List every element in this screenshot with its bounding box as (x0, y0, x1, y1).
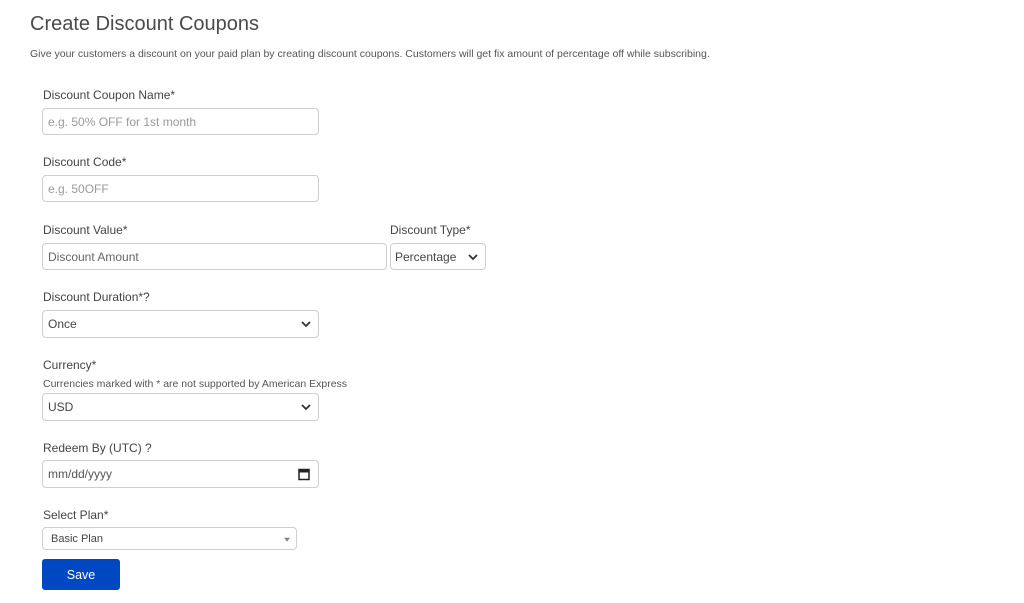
currency-label: Currency* (43, 358, 97, 372)
redeem-by-label: Redeem By (UTC) ? (43, 441, 152, 455)
currency-select[interactable]: USD (42, 393, 319, 421)
currency-help-text: Currencies marked with * are not support… (43, 378, 348, 390)
discount-value-label: Discount Value* (43, 223, 128, 237)
select-plan-dropdown[interactable]: Basic Plan (42, 527, 297, 550)
discount-type-select[interactable]: Percentage (390, 243, 486, 270)
discount-duration-select[interactable]: Once (42, 310, 319, 338)
save-button[interactable]: Save (42, 559, 120, 590)
discount-type-label: Discount Type* (390, 223, 471, 237)
page-title: Create Discount Coupons (30, 13, 260, 35)
discount-value-placeholder: Discount Amount (48, 249, 139, 264)
chevron-down-icon (301, 404, 311, 411)
calendar-icon[interactable] (298, 468, 310, 481)
discount-duration-value: Once (48, 317, 77, 331)
discount-duration-label: Discount Duration*? (43, 290, 150, 304)
coupon-name-label: Discount Coupon Name* (43, 88, 176, 102)
discount-value-input[interactable]: Discount Amount (42, 243, 387, 270)
page-subtitle: Give your customers a discount on your p… (30, 48, 710, 60)
caret-down-icon (284, 537, 290, 542)
chevron-down-icon (301, 321, 311, 328)
select-plan-label: Select Plan* (43, 508, 109, 522)
discount-code-input[interactable]: e.g. 50OFF (42, 175, 319, 202)
discount-code-label: Discount Code* (43, 155, 127, 169)
redeem-by-placeholder: mm/dd/yyyy (48, 467, 113, 481)
discount-type-value: Percentage (395, 249, 457, 264)
coupon-name-placeholder: e.g. 50% OFF for 1st month (48, 114, 197, 129)
select-plan-value: Basic Plan (51, 532, 103, 545)
currency-value: USD (48, 400, 74, 414)
coupon-name-input[interactable]: e.g. 50% OFF for 1st month (42, 108, 319, 135)
discount-code-placeholder: e.g. 50OFF (48, 181, 109, 196)
chevron-down-icon (468, 253, 478, 260)
redeem-by-date-input[interactable]: mm/dd/yyyy (42, 460, 319, 488)
